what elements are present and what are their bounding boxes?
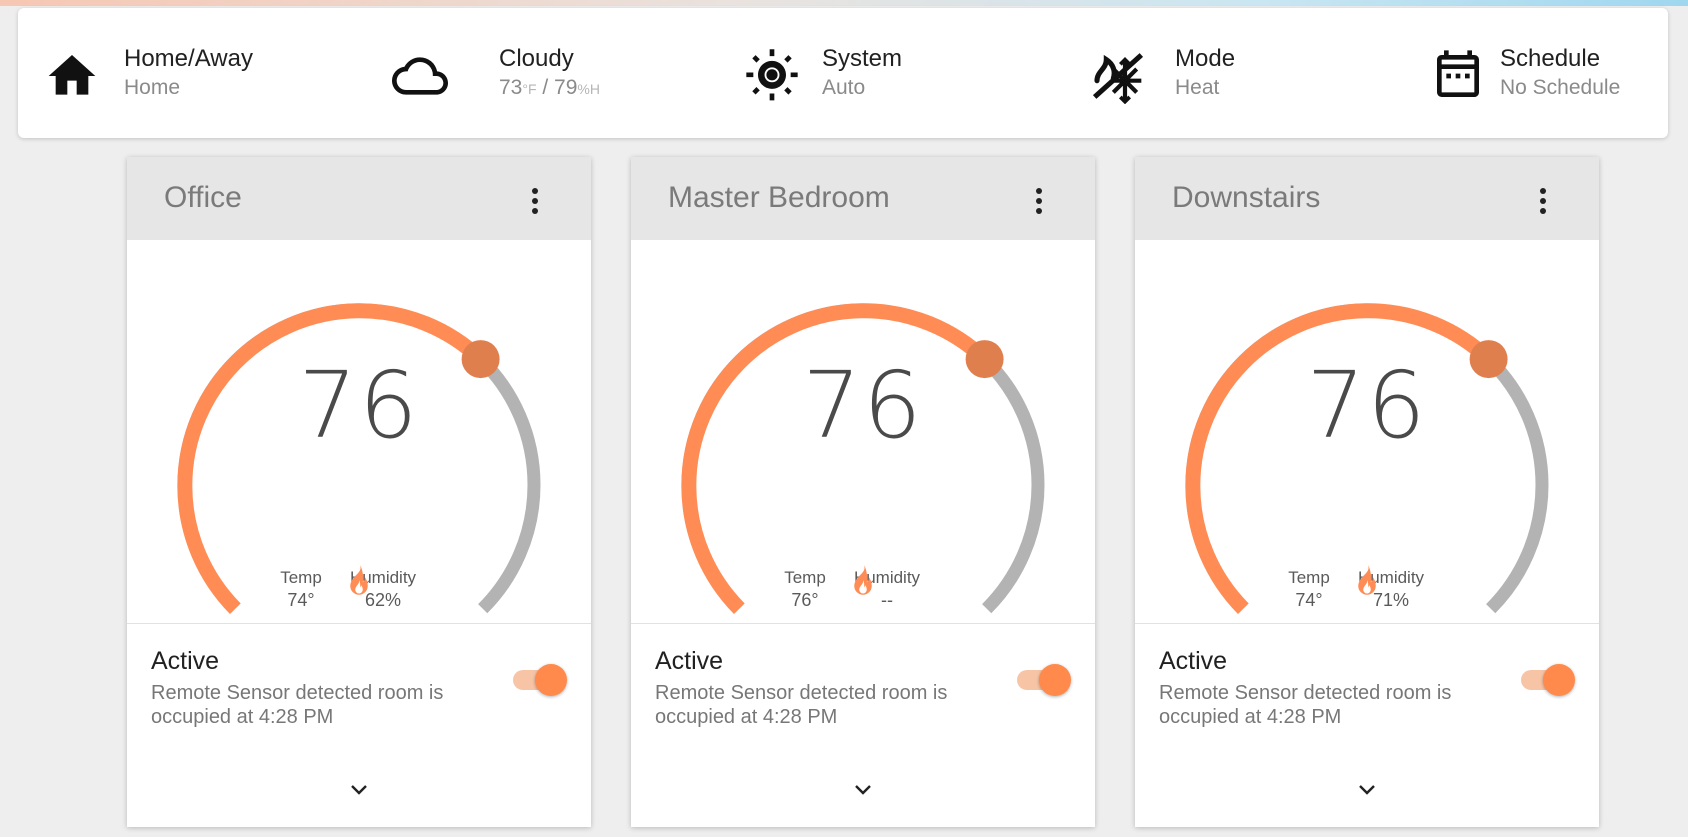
outdoor-humidity-unit: %H xyxy=(577,81,600,97)
sun-snowflake-icon xyxy=(1088,46,1148,106)
home-away-value: Home xyxy=(124,76,181,99)
expand-chevron-icon[interactable] xyxy=(1353,779,1381,799)
card-divider xyxy=(127,623,591,624)
system-value: Auto xyxy=(822,76,866,99)
setpoint-value: 76 xyxy=(1306,352,1428,459)
toggle-knob xyxy=(1039,664,1071,696)
active-toggle[interactable] xyxy=(1015,661,1071,696)
more-vert-icon xyxy=(532,188,538,214)
status-bar: Home/Away Home Cloudy 73°F / 79%H System… xyxy=(18,8,1668,138)
more-options-button[interactable] xyxy=(1523,181,1563,221)
more-vert-icon xyxy=(1540,188,1546,214)
system-title: System xyxy=(822,45,903,72)
more-vert-icon xyxy=(1036,188,1042,214)
toggle-knob xyxy=(1543,664,1575,696)
flame-icon xyxy=(350,564,368,595)
sun-icon xyxy=(742,46,802,106)
thermostat-card: Downstairs 76 Temp 74° Humidity 71% Acti… xyxy=(1135,157,1599,827)
card-divider xyxy=(1135,623,1599,624)
home-away-title: Home/Away xyxy=(124,45,253,72)
home-icon xyxy=(42,46,102,106)
expand-chevron-icon[interactable] xyxy=(345,779,373,799)
toggle-knob xyxy=(535,664,567,696)
thermostat-name: Master Bedroom xyxy=(668,181,890,214)
calendar-icon xyxy=(1428,46,1488,106)
thermostat-name: Downstairs xyxy=(1172,181,1321,214)
more-options-button[interactable] xyxy=(515,181,555,221)
cloud-icon xyxy=(390,46,450,106)
mode-value: Heat xyxy=(1175,76,1220,99)
status-description: Remote Sensor detected room is occupied … xyxy=(655,682,948,728)
card-divider xyxy=(631,623,1095,624)
weather-title: Cloudy xyxy=(499,45,574,72)
home-away-item[interactable]: Home/Away Home xyxy=(40,8,340,138)
expand-chevron-icon[interactable] xyxy=(849,779,877,799)
card-header: Master Bedroom xyxy=(631,157,1095,240)
outdoor-temp-unit: °F xyxy=(522,81,537,97)
schedule-value: No Schedule xyxy=(1500,76,1621,99)
outdoor-humidity: 79 xyxy=(554,76,578,99)
weather-item[interactable]: Cloudy 73°F / 79%H xyxy=(390,8,690,138)
more-options-button[interactable] xyxy=(1019,181,1059,221)
status-description: Remote Sensor detected room is occupied … xyxy=(1159,682,1452,728)
thermostat-card: Office 76 Temp 74° Humidity 62% Active R… xyxy=(127,157,591,827)
weather-readout: 73°F / 79%H xyxy=(499,74,600,103)
setpoint-value: 76 xyxy=(802,352,924,459)
flame-icon xyxy=(854,564,872,595)
setpoint-value: 76 xyxy=(298,352,420,459)
mode-item[interactable]: Mode Heat xyxy=(1088,8,1368,138)
thermostat-card: Master Bedroom 76 Temp 76° Humidity -- A… xyxy=(631,157,1095,827)
flame-icon xyxy=(1358,564,1376,595)
mode-title: Mode xyxy=(1175,45,1236,72)
schedule-item[interactable]: Schedule No Schedule xyxy=(1428,8,1658,138)
status-title: Active xyxy=(151,647,220,675)
active-toggle[interactable] xyxy=(511,661,567,696)
active-toggle[interactable] xyxy=(1519,661,1575,696)
system-item[interactable]: System Auto xyxy=(742,8,1042,138)
thermostat-name: Office xyxy=(164,181,242,214)
top-accent-strip xyxy=(0,0,1688,6)
status-title: Active xyxy=(655,647,724,675)
card-header: Office xyxy=(127,157,591,240)
weather-separator: / xyxy=(536,76,555,99)
status-title: Active xyxy=(1159,647,1228,675)
schedule-title: Schedule xyxy=(1500,45,1601,72)
outdoor-temp: 73 xyxy=(499,76,523,99)
card-header: Downstairs xyxy=(1135,157,1599,240)
status-description: Remote Sensor detected room is occupied … xyxy=(151,682,444,728)
